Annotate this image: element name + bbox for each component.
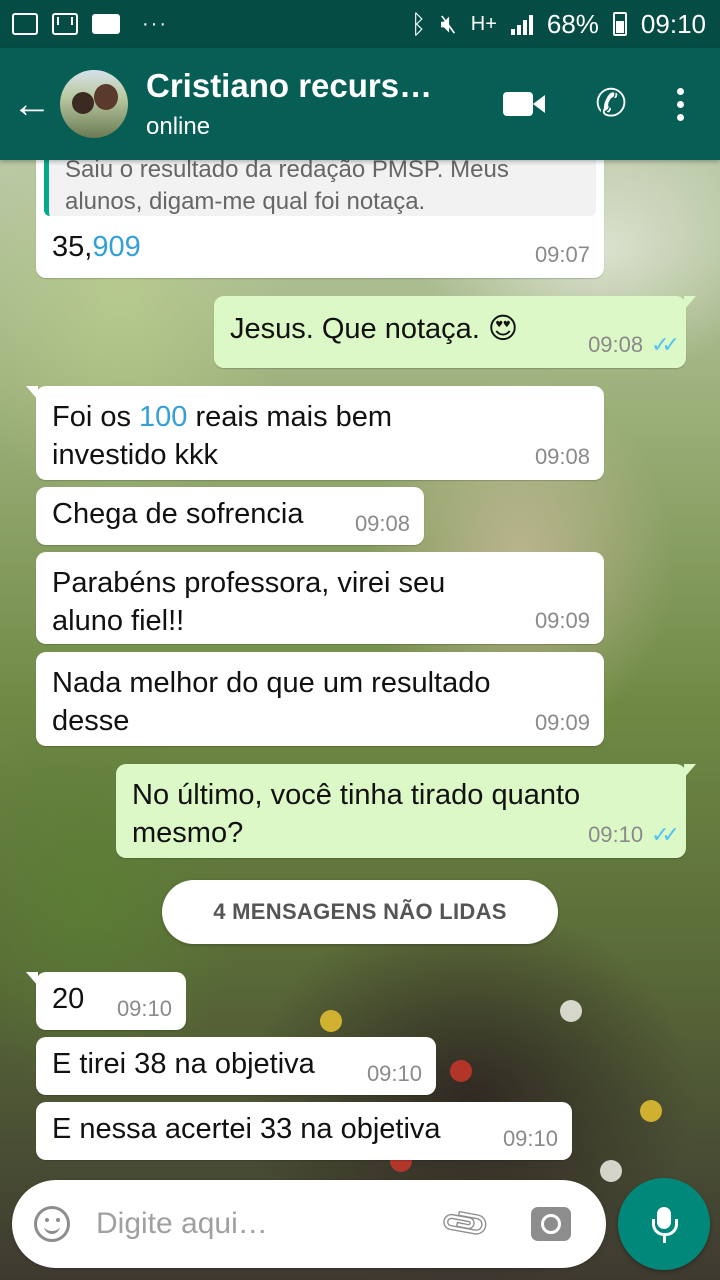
phone-number-link[interactable]: 100 [139,401,187,433]
bluetooth-icon: ᛒ [410,8,427,39]
video-call-icon[interactable] [503,92,546,116]
message-incoming[interactable]: E tirei 38 na objetiva 09:10 [36,1037,436,1095]
message-time-text: 09:10 [366,1061,422,1086]
notification-icon [92,14,120,34]
double-check-icon: ✓✓ [651,332,680,357]
clock: 09:10 [640,8,706,39]
message-time: 09:10 ✓✓ [588,822,680,848]
battery-percent: 68% [546,8,599,39]
emoji-icon[interactable] [34,1206,70,1242]
phone-icon[interactable]: ✆ [595,85,627,123]
message-time: 09:09 [535,710,590,736]
status-bar: ··· ᛒ 🔇︎ H+ 68% 09:10 [0,0,720,48]
message-time-text: 09:10 [116,996,172,1021]
message-time-text: 09:08 [534,444,590,469]
message-text: 35,909 [52,228,141,266]
message-time: 09:08 [535,444,590,470]
signal-icon [510,13,533,35]
more-vert-icon[interactable] [677,87,684,121]
message-text-part: 35, [52,231,93,263]
message-incoming[interactable]: 20 09:10 [26,972,186,1030]
double-check-icon: ✓✓ [651,822,680,847]
message-time: 09:07 [535,242,590,268]
message-time: 09:10 [117,996,172,1022]
message-text: Foi os 100 reais mais bem investido kkk [52,398,482,474]
message-text: Jesus. Que notaça. 😍 [230,313,519,345]
message-incoming[interactable]: Nada melhor do que um resultado desse 09… [36,652,604,746]
avatar[interactable] [60,70,128,138]
message-composer: 📎︎ [12,1180,606,1268]
message-time-text: 09:09 [534,710,590,735]
battery-icon [612,12,627,36]
message-time-text: 09:08 [588,332,644,357]
message-text: Parabéns professora, virei seu aluno fie… [52,567,446,637]
message-time-text: 09:09 [534,608,590,633]
voice-record-button[interactable] [618,1178,710,1270]
message-text: E nessa acertei 33 na objetiva [52,1113,441,1145]
quoted-message-text: Saiu o resultado da redação PMSP. Meus a… [65,156,509,215]
message-time: 09:10 [503,1126,558,1152]
contact-info[interactable]: Cristiano recurso… online [146,67,446,141]
message-outgoing[interactable]: No último, você tinha tirado quanto mesm… [116,764,696,858]
message-time: 09:10 [367,1061,422,1087]
message-input[interactable] [94,1206,428,1242]
wallpaper-flower [450,1060,472,1082]
message-time-text: 09:10 [588,822,644,847]
network-type: H+ [470,12,497,35]
message-time-text: 09:07 [534,242,590,267]
message-text: E tirei 38 na objetiva [52,1048,315,1080]
message-incoming[interactable]: Parabéns professora, virei seu aluno fie… [36,552,604,644]
message-incoming[interactable]: Foi os 100 reais mais bem investido kkk … [26,386,604,480]
wallpaper-flower [320,1010,342,1032]
contact-status: online [146,113,211,140]
chat-header: ← Cristiano recurso… online ✆ [0,48,720,160]
gallery-notification-icon [12,13,38,35]
message-text-part: Foi os [52,401,140,433]
message-text: Nada melhor do que um resultado desse [52,667,491,737]
wallpaper-flower [600,1160,622,1182]
unread-messages-banner: 4 MENSAGENS NÃO LIDAS [162,880,558,944]
wallpaper-flower [640,1100,662,1122]
message-incoming[interactable]: E nessa acertei 33 na objetiva 09:10 [36,1102,572,1160]
message-time: 09:08 [355,511,410,537]
message-time-text: 09:08 [354,511,410,536]
paperclip-icon[interactable]: 📎︎ [436,1195,494,1253]
contact-name: Cristiano recurso… [146,67,446,104]
message-outgoing[interactable]: Jesus. Que notaça. 😍 09:08 ✓✓ [214,296,696,368]
mail-notification-icon [52,13,78,35]
message-text: No último, você tinha tirado quanto mesm… [132,779,581,849]
message-incoming[interactable]: Chega de sofrencia 09:08 [36,487,424,545]
arrow-back-icon[interactable]: ← [4,82,60,127]
quoted-message[interactable]: Saiu o resultado da redação PMSP. Meus a… [44,154,596,216]
mute-icon: 🔇︎ [440,8,457,38]
more-notifications-icon: ··· [142,12,168,35]
mic-icon [652,1207,678,1243]
message-time-text: 09:10 [502,1126,558,1151]
phone-number-link[interactable]: 909 [92,231,140,263]
message-time: 09:09 [535,608,590,634]
message-time: 09:08 ✓✓ [588,332,680,358]
wallpaper-flower [560,1000,582,1022]
camera-icon[interactable] [531,1207,572,1241]
